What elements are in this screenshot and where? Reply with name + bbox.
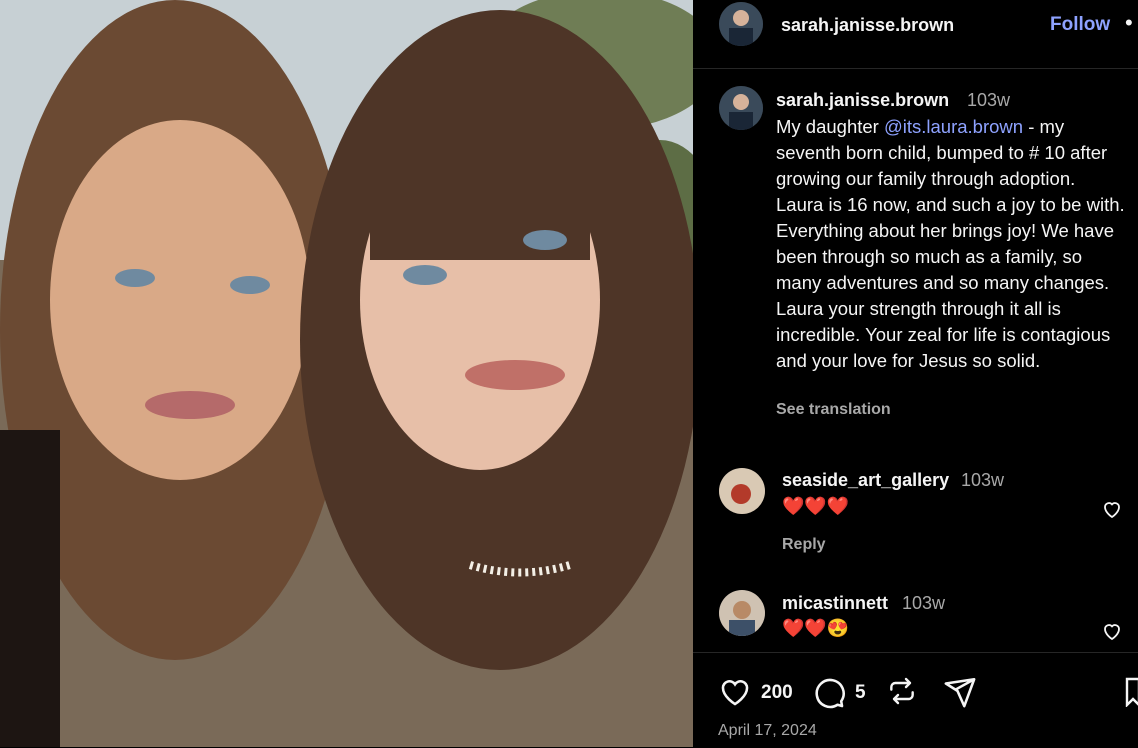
caption-pre: My daughter	[776, 116, 884, 137]
caption-post: - my seventh born child, bumped to # 10 …	[776, 116, 1125, 371]
comment-text: ❤️❤️❤️	[782, 496, 850, 516]
comment-username[interactable]: seaside_art_gallery	[782, 470, 949, 491]
photo-illustration	[0, 0, 693, 747]
caption-time[interactable]: 103w	[967, 90, 1010, 111]
comment-icon[interactable]	[812, 675, 846, 709]
save-icon[interactable]	[1125, 677, 1138, 707]
comment-username[interactable]: micastinnett	[782, 593, 888, 614]
post-header: sarah.janisse.brown Follow •	[693, 0, 1138, 69]
header-username[interactable]: sarah.janisse.brown	[781, 15, 954, 36]
mention-link[interactable]: @its.laura.brown	[884, 116, 1023, 137]
see-translation-link[interactable]: See translation	[776, 401, 891, 419]
comment-count[interactable]: 5	[855, 682, 866, 704]
more-options-icon[interactable]: •	[1125, 10, 1133, 36]
post-photo[interactable]	[0, 0, 693, 747]
post-date: April 17, 2024	[718, 722, 817, 739]
comment-time[interactable]: 103w	[961, 470, 1004, 491]
comment-like-icon[interactable]	[1100, 497, 1124, 521]
repost-icon[interactable]	[886, 675, 918, 707]
comment-like-icon[interactable]	[1100, 619, 1124, 643]
commenter-avatar[interactable]	[719, 590, 765, 636]
author-avatar[interactable]	[719, 2, 763, 46]
caption-username[interactable]: sarah.janisse.brown	[776, 90, 949, 111]
like-icon[interactable]	[718, 675, 752, 709]
comment-text: ❤️❤️😍	[782, 618, 850, 638]
post-sidebar: sarah.janisse.brown Follow • sarah.janis…	[693, 0, 1138, 747]
comment-time[interactable]: 103w	[902, 593, 945, 614]
share-icon[interactable]	[943, 675, 977, 709]
caption-avatar[interactable]	[719, 86, 763, 130]
reply-button[interactable]: Reply	[782, 536, 826, 554]
like-count[interactable]: 200	[761, 682, 793, 704]
caption-text: My daughter @its.laura.brown - my sevent…	[776, 114, 1126, 374]
commenter-avatar[interactable]	[719, 468, 765, 514]
follow-button[interactable]: Follow	[1050, 14, 1110, 36]
